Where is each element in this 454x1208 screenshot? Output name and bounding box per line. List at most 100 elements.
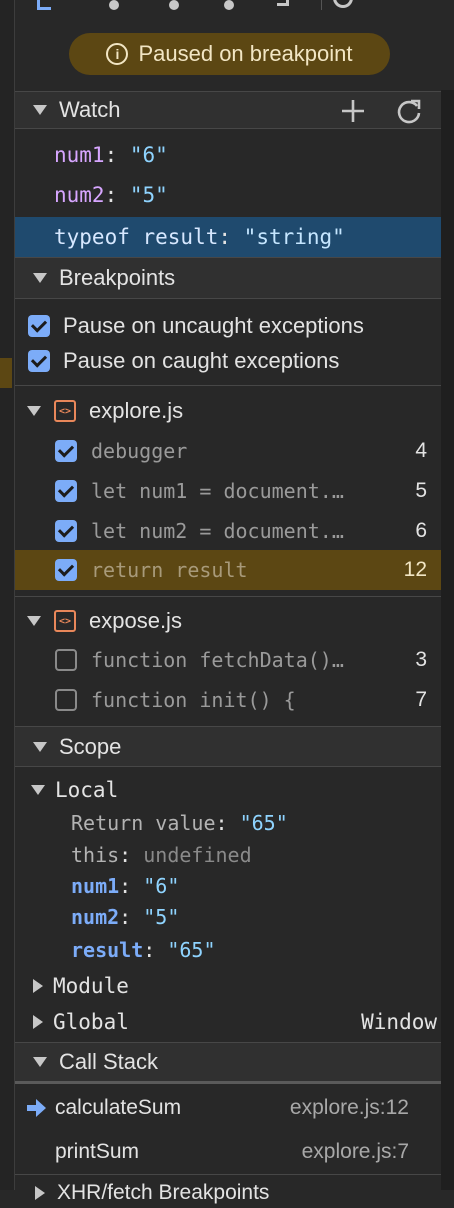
breakpoint-item-active[interactable]: return result 12 [15,550,441,590]
callstack-frame[interactable]: printSum explore.js:7 [15,1134,441,1170]
watch-section-header[interactable]: Watch [15,91,441,129]
collapse-triangle-icon [31,785,45,795]
watch-item[interactable]: num2: "5" [15,178,441,212]
watch-value: "string" [243,225,345,249]
watch-title: Watch [59,97,121,122]
variable-value: undefined [143,843,252,867]
breakpoint-code: debugger [91,439,188,463]
scope-section-header[interactable]: Scope [15,726,441,767]
scope-variable[interactable]: Return value: "65" [15,808,441,838]
frame-location-link[interactable]: explore.js:7 [302,1140,409,1164]
collapse-triangle-icon [33,1057,47,1067]
option-label: Pause on caught exceptions [63,348,340,373]
refresh-icon[interactable] [395,97,423,125]
variable-name: this [71,843,120,867]
file-script-icon: <> [54,610,76,632]
variable-value: "5" [143,905,180,929]
line-number: 3 [415,648,427,671]
callstack-frame-current[interactable]: calculateSum explore.js:12 [15,1090,441,1126]
collapse-triangle-icon [27,406,41,416]
checkbox[interactable] [55,559,77,581]
step-over-icon[interactable] [109,0,119,10]
breakpoint-item[interactable]: let num1 = document.… 5 [15,471,441,511]
paused-status-badge: i Paused on breakpoint [69,33,390,75]
toolbar-divider [321,0,322,10]
watch-value: "6" [129,143,168,167]
line-number: 5 [415,479,427,502]
checkbox[interactable] [28,315,50,337]
variable-value: "65" [167,938,216,962]
deactivate-breakpoints-icon[interactable] [333,0,353,8]
add-expression-icon[interactable] [341,99,365,123]
collapse-triangle-icon [27,616,41,626]
scope-local-label: Local [55,778,119,802]
expand-triangle-icon [33,979,43,993]
checkbox[interactable] [28,350,50,372]
info-icon: i [106,43,129,65]
callstack-section-header[interactable]: Call Stack [15,1042,441,1084]
watch-expression: num2 [54,183,105,207]
breakpoints-section-header[interactable]: Breakpoints [15,257,441,299]
checkbox[interactable] [55,689,77,711]
expand-triangle-icon [35,1186,45,1200]
scope-variable[interactable]: num2: "5" [15,902,441,932]
checkbox[interactable] [55,440,77,462]
step-icon[interactable] [277,0,289,6]
frame-function: printSum [55,1140,140,1163]
scope-variable[interactable]: this: undefined [15,840,441,870]
watch-item[interactable]: num1: "6" [15,138,441,172]
checkbox[interactable] [55,649,77,671]
current-frame-arrow-icon [27,1098,47,1118]
scope-variable[interactable]: result: "65" [15,934,441,966]
gutter-breakpoint-marker [0,358,12,388]
collapse-triangle-icon [33,741,47,752]
breakpoint-code: function fetchData()… [91,648,344,672]
watch-expression: num1 [54,143,105,167]
scope-global-value: Window [361,1010,437,1034]
watch-item-selected[interactable]: typeof result: "string" [15,217,441,257]
checkbox[interactable] [55,520,77,542]
xhr-breakpoints-section-header[interactable]: XHR/fetch Breakpoints [15,1178,441,1208]
scope-module-node[interactable]: Module [15,970,441,1002]
breakpoint-file-explore[interactable]: <> explore.js [15,392,441,430]
pause-uncaught-option[interactable]: Pause on uncaught exceptions [15,308,441,344]
collapse-triangle-icon [33,273,47,283]
variable-value: "65" [239,811,288,835]
pause-caught-option[interactable]: Pause on caught exceptions [15,343,441,379]
step-out-icon[interactable] [224,0,234,10]
breakpoint-item[interactable]: let num2 = document.… 6 [15,511,441,551]
editor-gutter [0,0,15,1190]
breakpoint-item[interactable]: function fetchData()… 3 [15,640,441,680]
scope-local-node[interactable]: Local [15,774,441,806]
option-label: Pause on uncaught exceptions [63,313,364,338]
resume-icon[interactable] [37,0,51,10]
expand-triangle-icon [33,1015,43,1029]
watch-value: "5" [129,183,168,207]
breakpoint-item[interactable]: debugger 4 [15,431,441,471]
breakpoint-code: function init() { [91,688,296,712]
scope-title: Scope [59,733,122,759]
scope-global-node[interactable]: Global Window [15,1006,441,1038]
file-name: explore.js [89,398,184,423]
scrollbar-track[interactable] [441,90,454,1190]
checkbox[interactable] [55,480,77,502]
breakpoints-title: Breakpoints [59,265,176,290]
callstack-title: Call Stack [59,1049,159,1074]
divider [15,385,441,386]
variable-name: num1 [71,874,120,898]
collapse-triangle-icon [33,105,47,115]
line-number: 12 [403,558,427,581]
frame-location-link[interactable]: explore.js:12 [290,1096,409,1120]
variable-value: "6" [143,874,180,898]
breakpoint-code: let num2 = document.… [91,519,344,543]
debugger-toolbar [15,0,441,18]
step-into-icon[interactable] [169,0,179,10]
breakpoint-code: let num1 = document.… [91,479,344,503]
divider [15,596,441,597]
variable-name: num2 [71,905,120,929]
frame-function: calculateSum [55,1096,182,1119]
scope-variable[interactable]: num1: "6" [15,871,441,901]
paused-status-text: Paused on breakpoint [138,41,353,66]
breakpoint-item[interactable]: function init() { 7 [15,680,441,720]
breakpoint-file-expose[interactable]: <> expose.js [15,602,441,640]
